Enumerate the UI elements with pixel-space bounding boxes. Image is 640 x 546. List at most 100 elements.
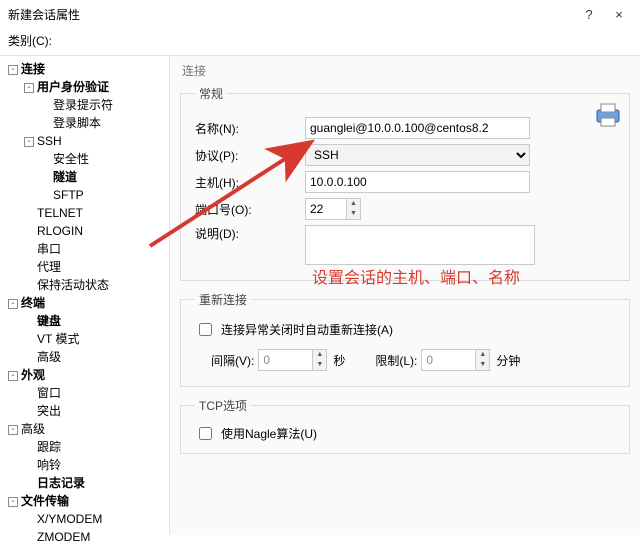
annotation-text: 设置会话的主机、端口、名称 <box>312 264 520 288</box>
tree-item[interactable]: TELNET <box>2 204 167 222</box>
interval-input[interactable] <box>258 349 313 371</box>
tree-item-label: 登录提示符 <box>53 98 113 112</box>
limit-input[interactable] <box>421 349 476 371</box>
protocol-label: 协议(P): <box>195 147 305 164</box>
nagle-checkbox[interactable] <box>199 427 212 440</box>
name-input[interactable] <box>305 117 530 139</box>
category-label: 类别(C): <box>0 28 640 55</box>
collapse-icon[interactable]: - <box>8 371 18 381</box>
settings-panel: 连接 常规 名称(N): 协议(P): SSH <box>170 55 640 535</box>
collapse-icon[interactable]: - <box>24 137 34 147</box>
description-input[interactable] <box>305 225 535 265</box>
tree-item-label: X/YMODEM <box>37 512 102 526</box>
tree-item-label: 高级 <box>21 422 45 436</box>
limit-stepper[interactable]: ▲▼ <box>421 349 490 371</box>
tree-item-label: 代理 <box>37 260 61 274</box>
port-stepper[interactable]: ▲▼ <box>305 198 361 220</box>
tree-item[interactable]: RLOGIN <box>2 222 167 240</box>
chevron-down-icon[interactable]: ▼ <box>313 360 326 370</box>
tree-item[interactable]: -文件传输 <box>2 492 167 510</box>
reconnect-group: 重新连接 连接异常关闭时自动重新连接(A) 间隔(V): ▲▼ 秒 限制(L):… <box>180 291 630 387</box>
tree-item-label: 突出 <box>37 404 61 418</box>
interval-stepper[interactable]: ▲▼ <box>258 349 327 371</box>
tree-item-label: 隧道 <box>53 170 77 184</box>
tree-item[interactable]: 安全性 <box>2 150 167 168</box>
tree-item[interactable]: 隧道 <box>2 168 167 186</box>
tree-item[interactable]: 代理 <box>2 258 167 276</box>
close-button[interactable]: × <box>604 7 634 22</box>
tree-item[interactable]: 高级 <box>2 348 167 366</box>
tree-item[interactable]: 登录提示符 <box>2 96 167 114</box>
tree-item-label: 安全性 <box>53 152 89 166</box>
collapse-icon[interactable]: - <box>24 83 34 93</box>
tree-item-label: 高级 <box>37 350 61 364</box>
tree-item-label: 串口 <box>37 242 61 256</box>
tree-item[interactable]: 窗口 <box>2 384 167 402</box>
tree-item-label: SSH <box>37 134 62 148</box>
interval-label: 间隔(V): <box>211 352 254 369</box>
collapse-icon[interactable]: - <box>8 425 18 435</box>
limit-label: 限制(L): <box>375 352 417 369</box>
tcp-legend: TCP选项 <box>195 397 251 414</box>
nagle-label: 使用Nagle算法(U) <box>221 425 317 442</box>
tree-item[interactable]: 串口 <box>2 240 167 258</box>
tree-item[interactable]: -高级 <box>2 420 167 438</box>
tree-item[interactable]: -连接 <box>2 60 167 78</box>
tree-item-label: 窗口 <box>37 386 61 400</box>
tree-item-label: TELNET <box>37 206 83 220</box>
tree-item-label: SFTP <box>53 188 84 202</box>
tree-item[interactable]: -外观 <box>2 366 167 384</box>
description-label: 说明(D): <box>195 225 305 242</box>
tree-item[interactable]: SFTP <box>2 186 167 204</box>
tree-item[interactable]: 跟踪 <box>2 438 167 456</box>
tree-item[interactable]: X/YMODEM <box>2 510 167 528</box>
tree-item-label: 键盘 <box>37 314 61 328</box>
chevron-up-icon[interactable]: ▲ <box>476 350 489 360</box>
collapse-icon[interactable]: - <box>8 497 18 507</box>
panel-tab-label: 连接 <box>180 60 630 85</box>
tree-item[interactable]: 突出 <box>2 402 167 420</box>
port-input[interactable] <box>305 198 347 220</box>
tree-item-label: 登录脚本 <box>53 116 101 130</box>
tree-item-label: 连接 <box>21 62 45 76</box>
tree-item-label: 用户身份验证 <box>37 80 109 94</box>
chevron-down-icon[interactable]: ▼ <box>347 209 360 219</box>
chevron-up-icon[interactable]: ▲ <box>347 199 360 209</box>
tree-item-label: RLOGIN <box>37 224 83 238</box>
interval-unit: 秒 <box>333 352 345 369</box>
tree-item-label: 外观 <box>21 368 45 382</box>
tree-item[interactable]: 日志记录 <box>2 474 167 492</box>
tree-item[interactable]: ZMODEM <box>2 528 167 546</box>
host-input[interactable] <box>305 171 530 193</box>
protocol-select[interactable]: SSH <box>305 144 530 166</box>
host-label: 主机(H): <box>195 174 305 191</box>
tree-item-label: ZMODEM <box>37 530 90 544</box>
category-tree: -连接-用户身份验证登录提示符登录脚本-SSH安全性隧道SFTPTELNETRL… <box>0 55 170 535</box>
tree-item[interactable]: -终端 <box>2 294 167 312</box>
general-legend: 常规 <box>195 85 227 102</box>
help-button[interactable]: ? <box>574 7 604 22</box>
tree-item-label: VT 模式 <box>37 332 79 346</box>
tree-item-label: 终端 <box>21 296 45 310</box>
port-label: 端口号(O): <box>195 201 305 218</box>
tree-item-label: 跟踪 <box>37 440 61 454</box>
window-title: 新建会话属性 <box>8 6 574 23</box>
printer-icon[interactable] <box>594 102 624 128</box>
tree-item-label: 文件传输 <box>21 494 69 508</box>
chevron-down-icon[interactable]: ▼ <box>476 360 489 370</box>
tree-item[interactable]: 响铃 <box>2 456 167 474</box>
auto-reconnect-label: 连接异常关闭时自动重新连接(A) <box>221 321 393 338</box>
tree-item[interactable]: 键盘 <box>2 312 167 330</box>
chevron-up-icon[interactable]: ▲ <box>313 350 326 360</box>
tree-item[interactable]: -用户身份验证 <box>2 78 167 96</box>
tree-item[interactable]: VT 模式 <box>2 330 167 348</box>
reconnect-legend: 重新连接 <box>195 291 251 308</box>
auto-reconnect-checkbox[interactable] <box>199 323 212 336</box>
tree-item[interactable]: -SSH <box>2 132 167 150</box>
tree-item-label: 响铃 <box>37 458 61 472</box>
name-label: 名称(N): <box>195 120 305 137</box>
collapse-icon[interactable]: - <box>8 65 18 75</box>
tree-item[interactable]: 登录脚本 <box>2 114 167 132</box>
collapse-icon[interactable]: - <box>8 299 18 309</box>
tree-item[interactable]: 保持活动状态 <box>2 276 167 294</box>
